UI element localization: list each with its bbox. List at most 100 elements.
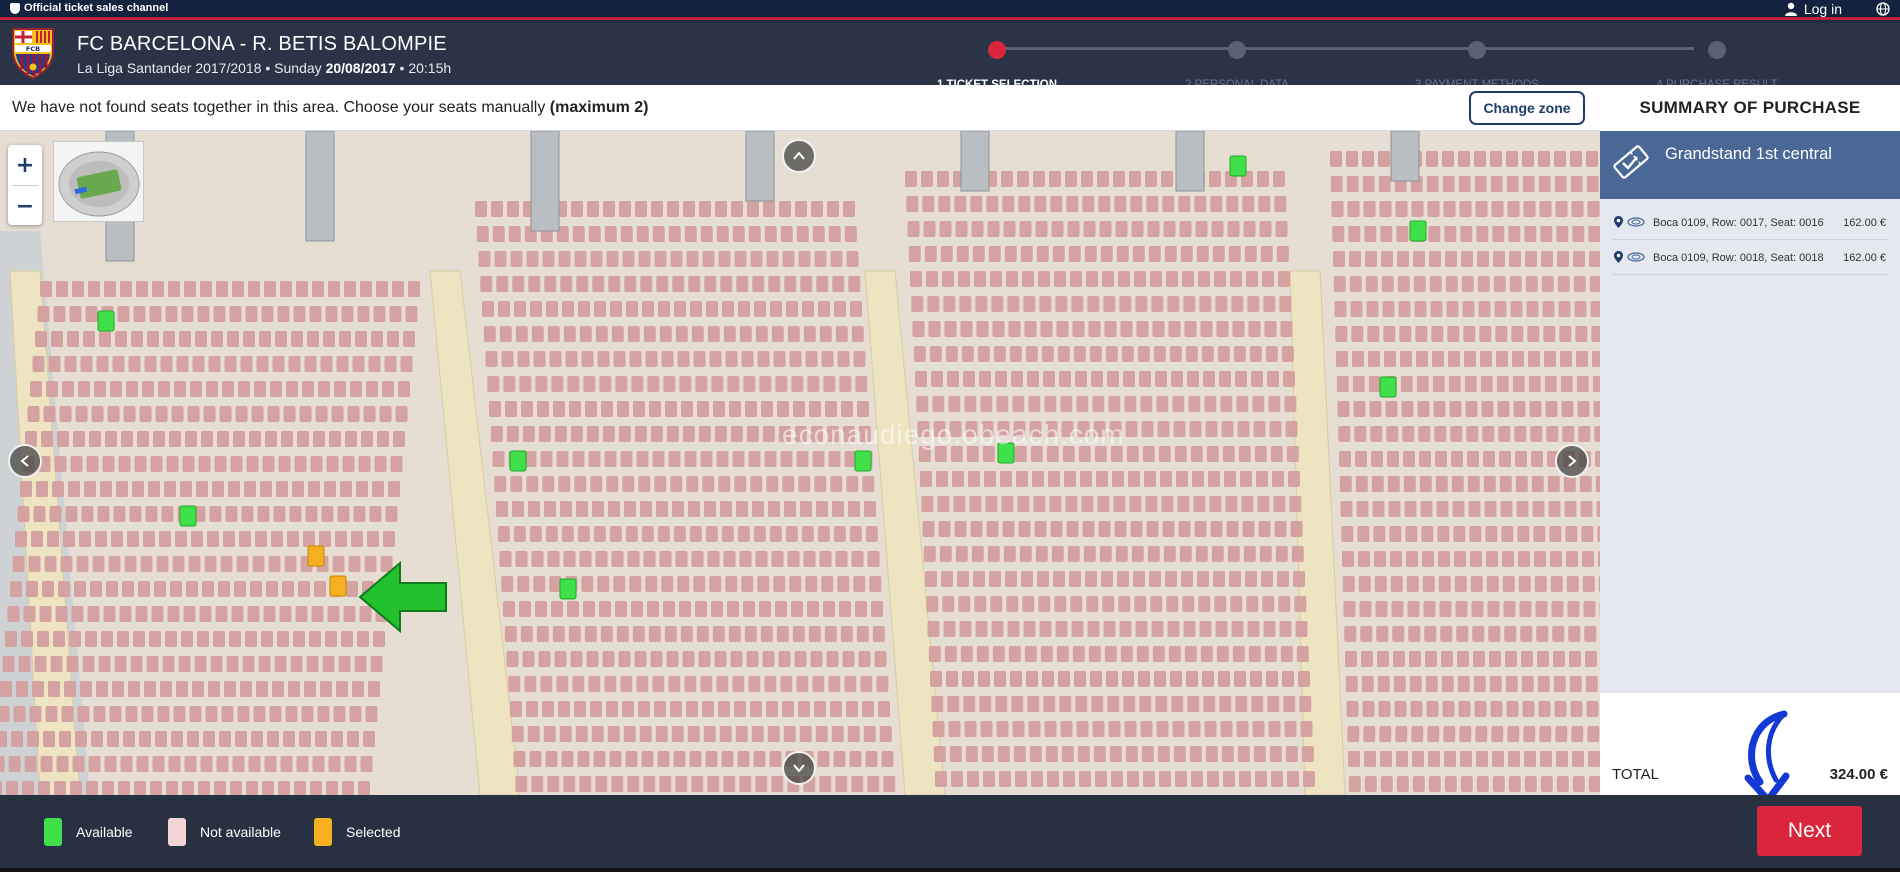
seat-not-available <box>218 581 230 597</box>
seat-not-available <box>1267 696 1280 712</box>
seat-not-available <box>632 626 645 642</box>
seat-not-available <box>993 346 1006 362</box>
seat-not-available <box>1295 621 1308 637</box>
seat-not-available <box>1229 571 1241 587</box>
seat-not-available <box>1079 771 1091 787</box>
zoom-in-button[interactable]: + <box>8 145 42 185</box>
seat-available[interactable] <box>97 310 115 332</box>
seat-map-canvas[interactable] <box>0 131 1600 795</box>
seat-not-available <box>946 671 958 687</box>
seat-not-available <box>776 626 789 642</box>
seat-not-available <box>1196 246 1209 262</box>
seat-not-available <box>1253 746 1266 762</box>
seat-map[interactable]: + − econaudiego.obeach.com <box>0 131 1600 795</box>
event-header: FCB FC BARCELONA - R. BETIS BALOMPIE La … <box>0 23 1900 91</box>
seat-selected[interactable] <box>307 545 325 567</box>
seat-not-available <box>800 276 813 292</box>
selected-zone: Grandstand 1st central <box>1600 131 1900 199</box>
seat-not-available <box>730 651 743 667</box>
seat-not-available <box>120 756 133 772</box>
seat-not-available <box>709 576 722 592</box>
globe-icon[interactable] <box>1876 2 1890 16</box>
seat-not-available <box>727 601 739 617</box>
seat-not-available <box>1416 376 1429 392</box>
scroll-down-button[interactable] <box>782 751 816 785</box>
seat-not-available <box>40 281 52 297</box>
seat-available[interactable] <box>1409 220 1427 242</box>
seat-not-available <box>590 701 602 717</box>
seat-not-available <box>241 506 254 522</box>
seat-not-available <box>1253 421 1266 437</box>
seat-available[interactable] <box>1379 376 1397 398</box>
scroll-up-button[interactable] <box>782 139 816 173</box>
seat-not-available <box>127 531 139 547</box>
change-zone-button[interactable]: Change zone <box>1469 91 1585 125</box>
seat-not-available <box>1578 426 1591 442</box>
next-button[interactable]: Next <box>1757 806 1862 856</box>
seat-not-available <box>182 456 195 472</box>
seat-not-available <box>1355 476 1368 492</box>
scroll-left-button[interactable] <box>8 444 42 478</box>
scroll-right-button[interactable] <box>1555 444 1589 478</box>
seat-not-available <box>1136 321 1149 337</box>
seat-not-available <box>1433 401 1446 417</box>
seat-available[interactable] <box>509 450 527 472</box>
seat-not-available <box>1550 551 1562 567</box>
seat-not-available <box>926 271 938 287</box>
seat-not-available <box>687 726 700 742</box>
seat-not-available <box>997 746 1010 762</box>
seat-not-available <box>1027 696 1040 712</box>
seat-not-available <box>341 306 354 322</box>
zoom-out-button[interactable]: − <box>8 186 42 226</box>
seat-not-available <box>1254 446 1267 462</box>
seat-not-available <box>233 431 245 447</box>
login-link[interactable]: Log in <box>1784 0 1842 17</box>
seat-not-available <box>1422 576 1435 592</box>
seat-not-available <box>759 601 771 617</box>
seat-not-available <box>1116 246 1129 262</box>
chevron-left-icon <box>20 455 29 467</box>
seat-not-available <box>234 581 246 597</box>
seat-available[interactable] <box>1229 155 1247 177</box>
seat-not-available <box>1025 346 1038 362</box>
seat-not-available <box>1198 271 1210 287</box>
seat-not-available <box>136 281 148 297</box>
legend-seat-swatch <box>44 817 62 846</box>
seat-not-available <box>1568 626 1581 642</box>
stadium-minimap[interactable] <box>53 141 144 222</box>
seat-not-available <box>356 481 368 497</box>
seat-not-available <box>922 521 935 537</box>
seat-not-available <box>1170 671 1182 687</box>
seat-not-available <box>1120 321 1133 337</box>
seat-available[interactable] <box>559 578 577 600</box>
seat-not-available <box>1576 376 1589 392</box>
seat-not-available <box>1074 671 1086 687</box>
seat-not-available <box>1209 496 1222 512</box>
seat-not-available <box>1231 296 1244 312</box>
seat-not-available <box>985 496 998 512</box>
seat-not-available <box>1525 276 1538 292</box>
seat-not-available <box>1477 251 1489 267</box>
seat-selected[interactable] <box>329 575 347 597</box>
seat-not-available <box>328 281 340 297</box>
seat-not-available <box>1361 651 1373 667</box>
seat-not-available <box>1246 271 1258 287</box>
seat-not-available <box>1104 646 1117 662</box>
seat-not-available <box>16 681 28 697</box>
seat-not-available <box>713 401 725 417</box>
seat-not-available <box>143 531 155 547</box>
seat-not-available <box>579 551 592 567</box>
seat-not-available <box>1418 426 1431 442</box>
seat-available[interactable] <box>179 505 197 527</box>
seat-not-available <box>814 476 827 492</box>
seat-not-available <box>1001 171 1013 187</box>
seat-not-available <box>497 526 510 542</box>
seat-not-available <box>670 476 683 492</box>
seat-not-available <box>512 276 525 292</box>
seat-not-available <box>634 651 647 667</box>
seat-not-available <box>814 251 827 267</box>
seat-not-available <box>332 556 345 572</box>
seat-not-available <box>579 326 592 342</box>
seat-not-available <box>1009 346 1022 362</box>
seat-available[interactable] <box>854 450 872 472</box>
